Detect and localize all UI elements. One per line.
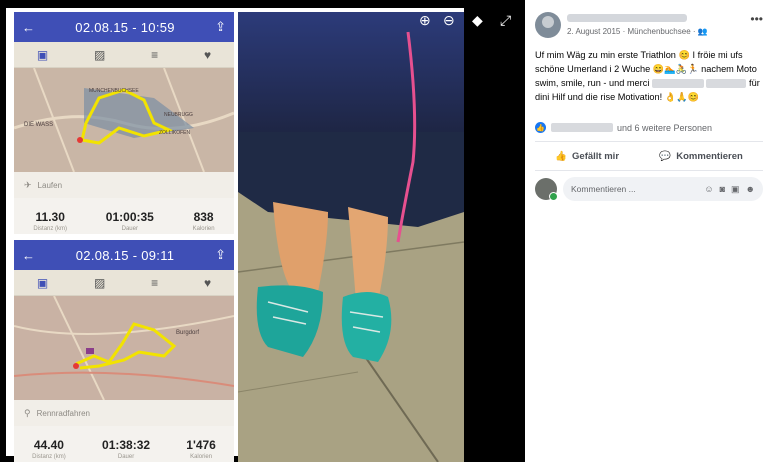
photo-viewer: ← 02.08.15 - 10:59 ⇪ ▣ ▨ ≡ ♥ DIE WASS MU… [0,0,525,462]
zoom-in-icon[interactable]: ⊕ [419,12,431,29]
comment-button[interactable]: 💬 Kommentieren [659,151,742,162]
app-bar: ← 02.08.15 - 09:11 ⇪ [14,240,234,270]
more-options-icon[interactable]: ••• [750,12,763,26]
tagged-name[interactable] [706,79,747,89]
photo-tab-icon: ▨ [94,47,106,62]
stat-distance: 11.30 Distanz (km) [33,210,68,232]
post-panel: 2. August 2015 · Münchenbuchsee · 👥 ••• … [525,0,773,462]
sticker-icon[interactable]: ☻ [746,184,755,195]
reactions-summary[interactable]: 👍 und 6 weitere Personen [535,122,763,133]
map-label: Burgdorf [176,330,199,336]
app-tabs: ▣ ▨ ≡ ♥ [14,270,234,296]
divider [535,170,763,171]
post-date[interactable]: 2. August 2015 [567,27,620,36]
stat-duration: 01:00:35 Dauer [105,210,154,232]
bike-icon: ⚲ [24,407,31,418]
emoji-picker-icon[interactable]: ☺ [704,184,713,195]
map-tab-icon: ▣ [36,47,49,62]
app-tabs: ▣ ▨ ≡ ♥ [14,42,234,68]
stat-calories: 838 Kalorien [192,210,215,232]
emoji-icon: 😄🏊🚴🏃 [652,64,699,74]
post-meta: 2. August 2015 · Münchenbuchsee · 👥 [567,27,708,36]
post-header: 2. August 2015 · Münchenbuchsee · 👥 ••• [535,12,763,38]
stat-calories: 1'476 Kalorien [186,438,216,460]
heart-icon: ♥ [203,47,212,62]
fullscreen-icon[interactable]: ⤢ [500,12,511,29]
emoji-icon: 😊 [678,50,690,60]
post-text: Uf mim Wäg zu min erste Triathlon 😊 I fr… [535,50,760,102]
stats-row: 44.40 Distanz (km) 01:38:32 Dauer 1'476 Kal… [14,426,234,460]
camera-icon[interactable]: ◙ [720,184,725,195]
map-label: MUNCHENBUCHSEE [89,88,139,94]
thumbs-up-icon: 👍 [555,150,568,162]
running-shoes-photo [238,12,464,462]
post-actions: 👍 Gefällt mir 💬 Kommentieren [535,142,763,170]
tagged-name[interactable] [651,79,704,89]
map-tab-icon: ▣ [36,275,49,290]
app-bar: ← 02.08.15 - 10:59 ⇪ [14,12,234,42]
heart-icon: ♥ [203,275,212,290]
post-location[interactable]: Münchenbuchsee [628,27,691,36]
tag-icon[interactable]: ◆ [472,12,483,29]
reactor-name [551,123,613,132]
list-tab-icon: ≡ [151,47,159,62]
activity-type: ⚲ Rennradfahren [14,400,234,426]
activity-datetime: 02.08.15 - 09:11 [75,247,175,263]
share-icon: ⇪ [215,19,226,34]
stats-row: 11.30 Distanz (km) 01:00:35 Dauer 838 Kalor… [14,198,234,232]
map-label: NEUBRUGG [164,112,193,118]
friends-icon: 👥 [697,27,708,36]
like-reaction-icon: 👍 [535,122,546,133]
run-card: ← 02.08.15 - 10:59 ⇪ ▣ ▨ ≡ ♥ DIE WASS MU… [14,12,234,234]
comment-input[interactable]: Kommentieren ... ☺ ◙ ▣ ☻ [563,177,763,201]
avatar [535,178,558,201]
stat-duration: 01:38:32 Dauer [102,438,151,460]
route-map: Burgdorf [14,296,234,400]
run-icon: ✈ [24,179,32,190]
route-map: DIE WASS MUNCHENBUCHSEE NEUBRUGG ZOLLIKO… [14,68,234,172]
share-icon: ⇪ [215,247,226,262]
photo-collage[interactable]: ← 02.08.15 - 10:59 ⇪ ▣ ▨ ≡ ♥ DIE WASS MU… [6,8,464,462]
map-label: DIE WASS [24,122,53,128]
author-name[interactable] [567,14,687,22]
map-label: ZOLLIKOFEN [159,130,191,136]
zoom-out-icon[interactable]: ⊖ [443,12,455,29]
back-icon: ← [22,247,35,263]
activity-datetime: 02.08.15 - 10:59 [75,19,175,35]
list-tab-icon: ≡ [151,275,159,290]
activity-type: ✈ Laufen [14,172,234,198]
bike-card: ← 02.08.15 - 09:11 ⇪ ▣ ▨ ≡ ♥ Burgdorf ⚲ … [14,240,234,462]
avatar[interactable] [535,12,561,38]
like-button[interactable]: 👍 Gefällt mir [555,151,619,162]
stat-distance: 44.40 Distanz (km) [32,438,66,460]
back-icon: ← [22,19,35,35]
comment-composer: Kommentieren ... ☺ ◙ ▣ ☻ [535,177,763,201]
emoji-icon: 👌🙏😊 [664,92,700,102]
gif-icon[interactable]: ▣ [731,184,740,195]
comment-icon: 💬 [659,150,672,162]
photo-tab-icon: ▨ [94,275,106,290]
